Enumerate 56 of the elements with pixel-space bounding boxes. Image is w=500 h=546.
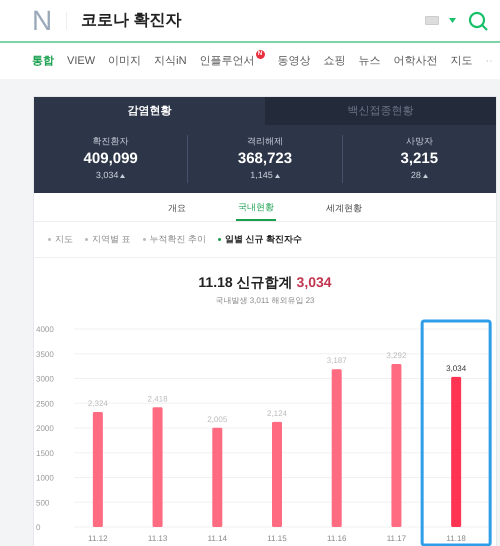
nav-tab[interactable]: 지식iN bbox=[154, 52, 187, 70]
summary-title: 11.18 신규합계 bbox=[198, 272, 293, 292]
stat-value: 3,215 bbox=[400, 150, 438, 168]
axis-label: 11.15 bbox=[267, 534, 287, 543]
search-query[interactable]: 코로나 확진자 bbox=[81, 8, 425, 32]
stat-value: 409,099 bbox=[84, 150, 138, 168]
axis-label: 11.12 bbox=[88, 534, 108, 543]
value-label: 2,005 bbox=[207, 414, 228, 424]
nav-tab[interactable]: 지도 bbox=[450, 52, 473, 70]
value-label: 2,418 bbox=[148, 394, 168, 404]
axis-label: 11.18 bbox=[446, 534, 466, 543]
view-link[interactable]: 누적확진 추이 bbox=[150, 232, 206, 246]
nav-tab[interactable]: 인플루언서 bbox=[200, 52, 255, 70]
view-link[interactable]: 일별 신규 확진자수 bbox=[225, 232, 302, 246]
view-link[interactable]: 지도 bbox=[55, 232, 73, 246]
search-icon[interactable] bbox=[468, 10, 488, 30]
summary-breakdown: 국내발생 3,011 해외유입 23 bbox=[216, 294, 314, 307]
view-link[interactable]: 지역별 표 bbox=[92, 232, 131, 246]
axis-label: 1500 bbox=[36, 448, 54, 458]
axis-label: 11.17 bbox=[386, 534, 406, 543]
value-label: 2,324 bbox=[88, 398, 108, 408]
axis-label: 11.16 bbox=[327, 534, 346, 543]
nav-tab[interactable]: VIEW bbox=[67, 52, 96, 70]
stat-value: 368,723 bbox=[238, 150, 292, 168]
summary-total: 3,034 bbox=[296, 272, 332, 292]
stat-change: 1,145 bbox=[250, 169, 273, 182]
value-label: 3,292 bbox=[386, 350, 406, 360]
value-label: 3,034 bbox=[446, 364, 466, 373]
stat-change: 28 bbox=[410, 169, 421, 182]
sub-tab[interactable]: 세계현황 bbox=[324, 196, 364, 221]
axis-label: 4000 bbox=[36, 324, 54, 334]
up-triangle-icon bbox=[274, 174, 280, 178]
up-triangle-icon bbox=[120, 174, 126, 178]
axis-label: 11.14 bbox=[208, 534, 227, 543]
axis-label: 1000 bbox=[36, 473, 54, 482]
nav-tab[interactable]: 어학사전 bbox=[394, 52, 438, 70]
stat-label: 확진환자 bbox=[92, 135, 129, 148]
value-label: 2,124 bbox=[266, 408, 288, 418]
nav-tab[interactable]: 이미지 bbox=[108, 52, 142, 70]
stat-label: 사망자 bbox=[406, 135, 433, 148]
axis-label: 2500 bbox=[36, 399, 54, 408]
axis-label: 3000 bbox=[36, 374, 54, 384]
axis-label: 3500 bbox=[36, 350, 54, 358]
value-label: 3,187 bbox=[326, 356, 347, 365]
caret-icon[interactable] bbox=[449, 18, 456, 23]
axis-label: 11.13 bbox=[148, 534, 168, 543]
axis-label: 500 bbox=[36, 498, 50, 507]
nav-tab[interactable]: 동영상 bbox=[278, 52, 311, 70]
stat-label: 격리해제 bbox=[246, 135, 283, 148]
stat-change: 3,034 bbox=[96, 169, 118, 182]
nav-tab[interactable]: 뉴스 bbox=[358, 52, 381, 70]
axis-label: 2000 bbox=[36, 424, 54, 433]
axis-label: 0 bbox=[36, 522, 40, 532]
nav-tab[interactable]: 쇼핑 bbox=[324, 52, 346, 70]
sub-tab[interactable]: 개요 bbox=[166, 196, 188, 221]
up-triangle-icon bbox=[422, 174, 428, 178]
